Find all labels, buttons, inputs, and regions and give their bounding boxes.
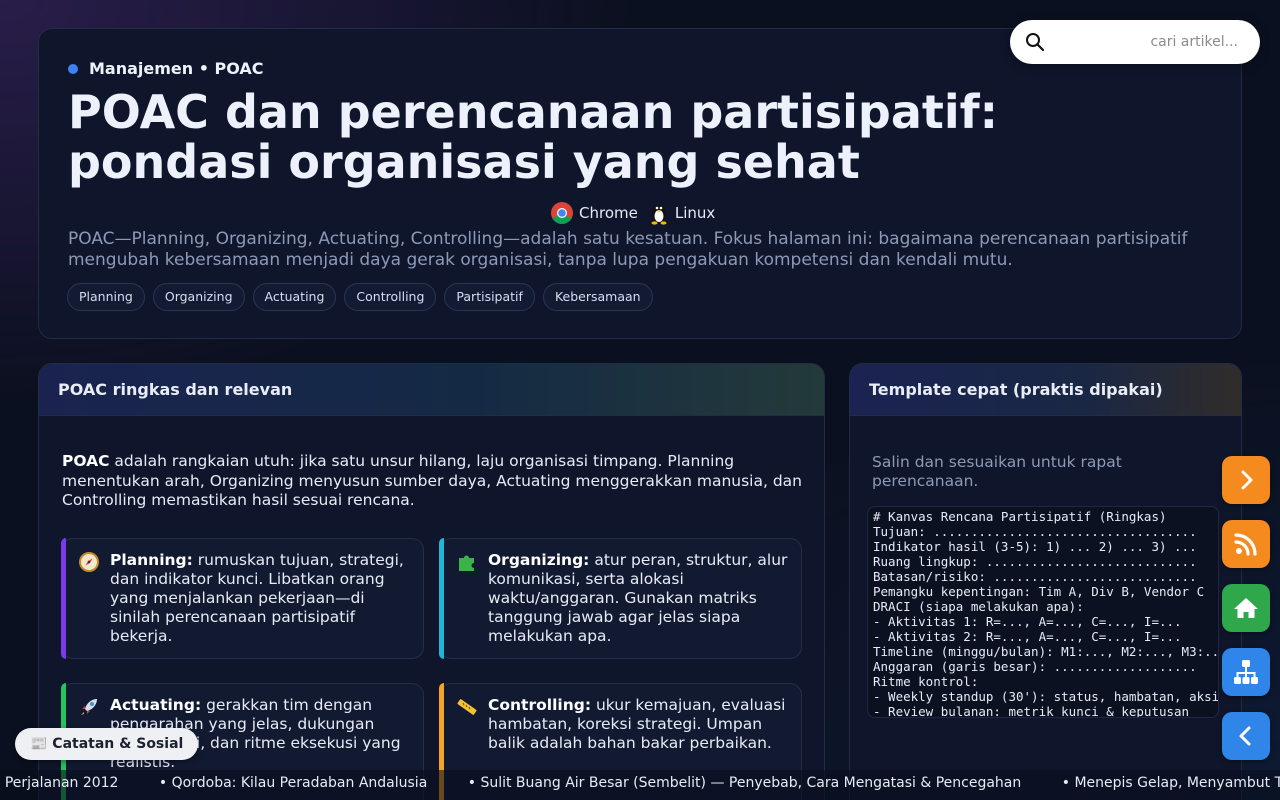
- platform-label: Linux: [674, 204, 716, 222]
- code-line: - Aktivitas 2: R=..., A=..., C=..., I=..…: [873, 629, 1182, 644]
- back-button[interactable]: [1222, 712, 1270, 760]
- category-dot-icon: [68, 63, 78, 74]
- page-title: POAC dan perencanaan partisipatif: ponda…: [68, 85, 999, 189]
- intro-text: adalah rangkaian utuh: jika satu unsur h…: [62, 452, 802, 509]
- code-line: - Review bulanan: metrik kunci & keputus…: [873, 704, 1190, 718]
- news-ticker: Catatan Perjalanan 2012 Qordoba: Kilau P…: [0, 770, 1280, 800]
- code-line: Pemangku kepentingan: Tim A, Div B, Vend…: [873, 584, 1205, 599]
- card-label: Actuating:: [110, 696, 202, 714]
- card-accent: [439, 538, 444, 659]
- code-line: Batasan/risiko: ........................…: [873, 569, 1197, 584]
- code-line: - Aktivitas 1: R=..., A=..., C=..., I=..…: [873, 614, 1182, 629]
- platform-chrome: Chrome: [550, 201, 638, 225]
- card-text: Planning: rumuskan tujuan, strategi, dan…: [110, 551, 410, 646]
- code-line: Ruang lingkup: .........................…: [873, 554, 1197, 569]
- card-planning: Planning: rumuskan tujuan, strategi, dan…: [61, 538, 424, 659]
- card-label: Planning:: [110, 551, 193, 569]
- ruler-icon: [457, 699, 477, 715]
- panel-title: POAC ringkas dan relevan: [39, 364, 824, 416]
- panel-title: Template cepat (praktis dipakai): [850, 364, 1241, 416]
- rss-button[interactable]: [1222, 520, 1270, 568]
- code-line: Tujuan: ................................…: [873, 524, 1197, 539]
- tag-controlling[interactable]: Controlling: [344, 283, 437, 311]
- card-label: Controlling:: [488, 696, 592, 714]
- compass-icon: [79, 552, 99, 572]
- card-text: Controlling: ukur kemajuan, evaluasi ham…: [488, 696, 788, 753]
- card-organizing: Organizing: atur peran, struktur, alur k…: [439, 538, 802, 659]
- article-header: Manajemen • POAC POAC dan perencanaan pa…: [38, 28, 1242, 339]
- platform-label: Chrome: [579, 204, 638, 222]
- puzzle-icon: [459, 555, 474, 571]
- search-icon[interactable]: [1025, 32, 1045, 52]
- search-input[interactable]: [1060, 30, 1238, 54]
- search-box: [1010, 20, 1260, 64]
- code-line: Anggaran (garis besar): ................…: [873, 659, 1197, 674]
- code-line: # Kanvas Rencana Partisipatif (Ringkas): [873, 509, 1167, 524]
- code-line: Ritme kontrol:: [873, 674, 979, 689]
- card-label: Organizing:: [488, 551, 590, 569]
- ticker-track: Catatan Perjalanan 2012 Qordoba: Kilau P…: [0, 775, 1280, 791]
- code-line: - Weekly standup (30'): status, hambatan…: [873, 689, 1219, 704]
- rocket-icon: [81, 699, 97, 715]
- tag-actuating[interactable]: Actuating: [252, 283, 337, 311]
- code-line: Timeline (minggu/bulan): M1:..., M2:...,…: [873, 644, 1219, 659]
- chrome-icon: [551, 202, 573, 224]
- tag-kebersamaan[interactable]: Kebersamaan: [542, 283, 653, 311]
- article-summary: POAC—Planning, Organizing, Actuating, Co…: [68, 229, 1188, 270]
- chevron-left-icon: [1239, 726, 1251, 746]
- next-button[interactable]: [1222, 456, 1270, 504]
- linux-tux-icon: [651, 205, 667, 225]
- tag-organizing[interactable]: Organizing: [152, 283, 245, 311]
- rss-icon: [1234, 533, 1257, 556]
- breadcrumb-text[interactable]: Manajemen • POAC: [89, 59, 264, 78]
- ticker-item[interactable]: Catatan Perjalanan 2012: [0, 775, 118, 791]
- template-description: Salin dan sesuaikan untuk rapat perencan…: [872, 453, 1122, 490]
- platform-linux: Linux: [648, 201, 715, 225]
- poac-intro: POAC adalah rangkaian utuh: jika satu un…: [62, 452, 802, 511]
- card-accent: [61, 538, 66, 659]
- ticker-item[interactable]: Qordoba: Kilau Peradaban Andalusia: [159, 775, 428, 791]
- tag-list: Planning Organizing Actuating Controllin…: [67, 283, 661, 311]
- chevron-right-icon: [1241, 470, 1253, 490]
- tag-partisipatif[interactable]: Partisipatif: [444, 283, 535, 311]
- ticker-item[interactable]: Menepis Gelap, Menyambut Terang: [1062, 775, 1280, 791]
- ticker-item[interactable]: Sulit Buang Air Besar (Sembelit) — Penye…: [468, 775, 1021, 791]
- home-button[interactable]: [1222, 584, 1270, 632]
- card-text: Organizing: atur peran, struktur, alur k…: [488, 551, 788, 646]
- home-icon: [1234, 598, 1258, 618]
- breadcrumb: Manajemen • POAC: [68, 59, 264, 78]
- sitemap-icon: [1234, 660, 1258, 684]
- code-line: Indikator hasil (3-5): 1) ... 2) ... 3) …: [873, 539, 1197, 554]
- template-code-block[interactable]: # Kanvas Rencana Partisipatif (Ringkas) …: [867, 506, 1219, 718]
- template-panel: Template cepat (praktis dipakai) Salin d…: [849, 363, 1242, 800]
- intro-bold: POAC: [62, 452, 110, 470]
- platform-list: Chrome Linux: [550, 201, 725, 225]
- notes-social-button[interactable]: 📰 Catatan & Sosial: [15, 728, 199, 760]
- sitemap-button[interactable]: [1222, 648, 1270, 696]
- code-line: DRACI (siapa melakukan apa):: [873, 599, 1084, 614]
- tag-planning[interactable]: Planning: [67, 283, 145, 311]
